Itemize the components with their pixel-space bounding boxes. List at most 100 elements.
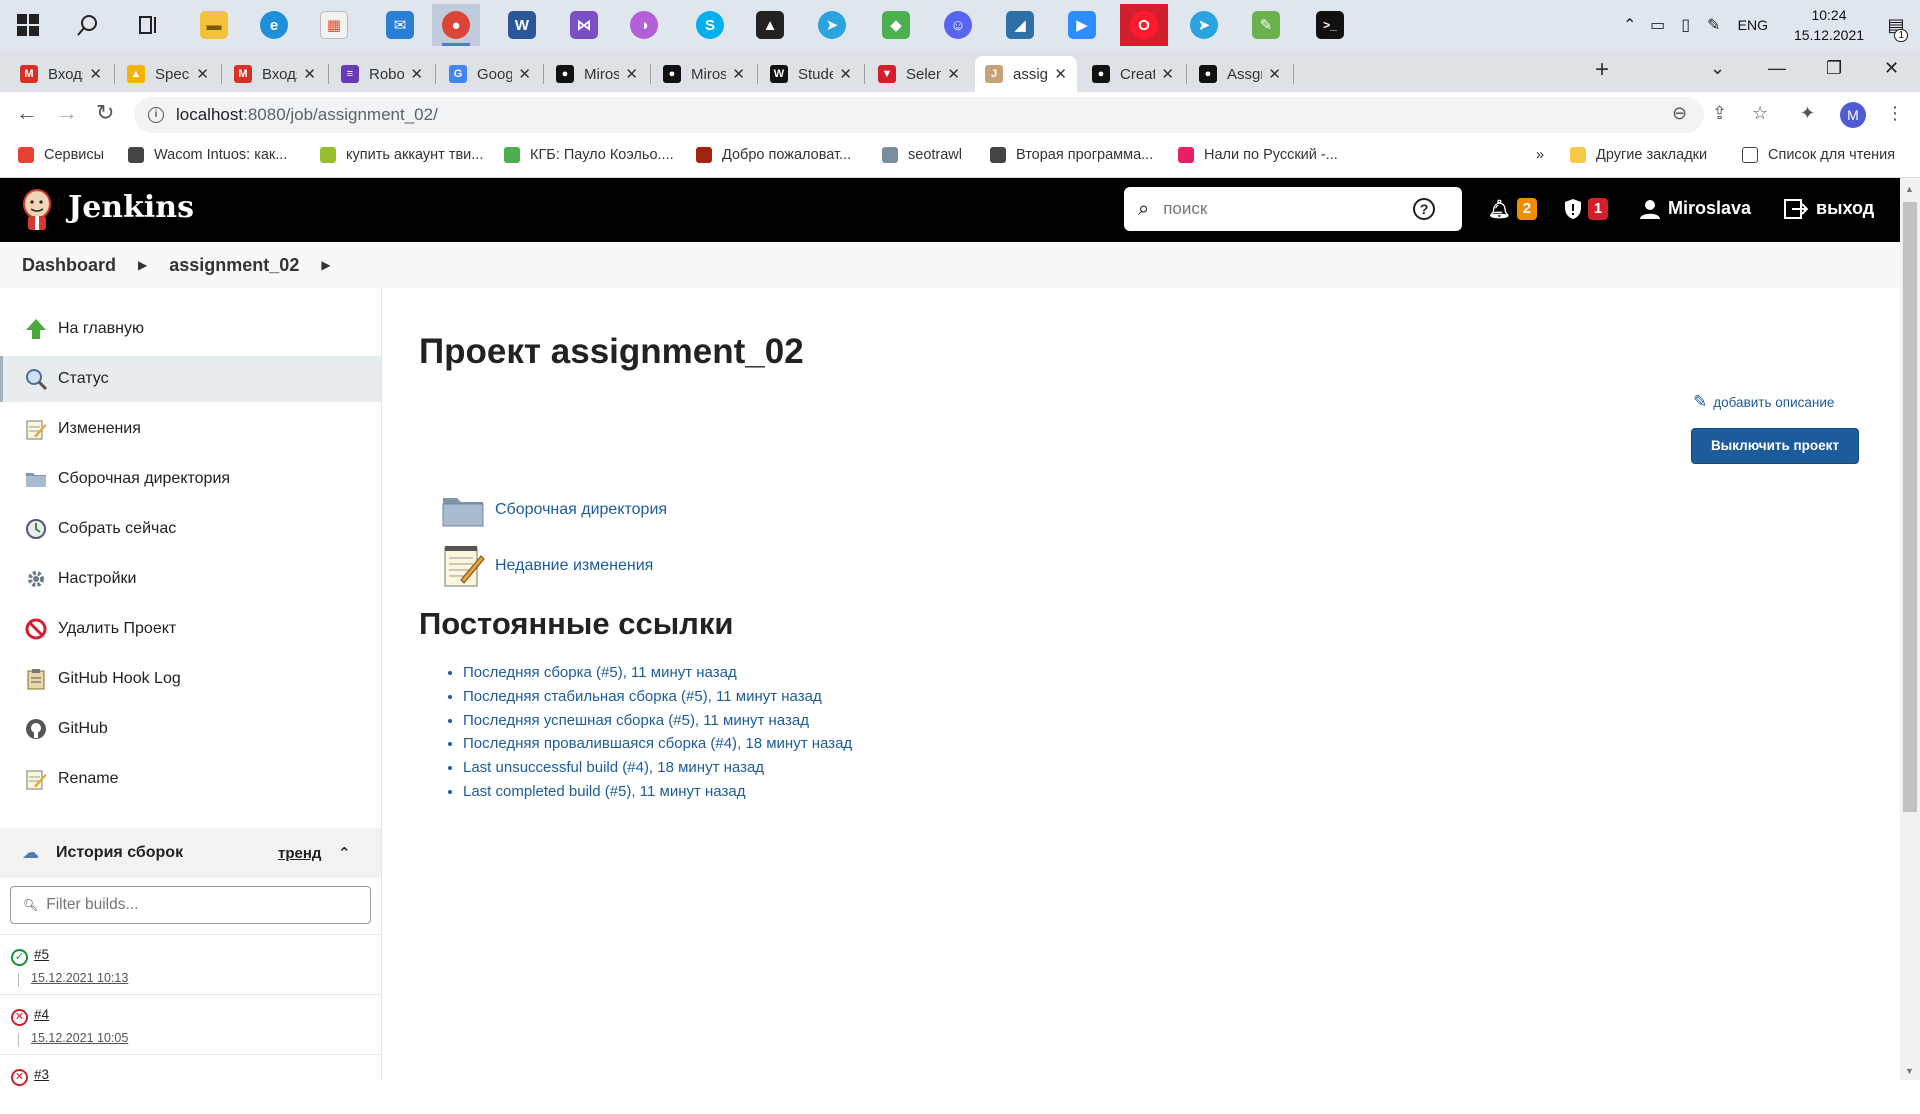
browser-tab[interactable]: G Google ✕ <box>439 56 541 92</box>
share-icon[interactable]: ⇪ <box>1712 103 1727 124</box>
security-button[interactable]: 1 <box>1564 198 1608 220</box>
photo-app-icon[interactable]: ◆ <box>872 4 920 46</box>
breadcrumb-job[interactable]: assignment_02 <box>169 255 299 276</box>
url-text[interactable]: localhost:8080/job/assignment_02/ <box>176 105 438 125</box>
camera-icon[interactable]: ▭ <box>1644 15 1672 35</box>
reading-list[interactable]: Список для чтения <box>1742 147 1895 163</box>
close-tab-icon[interactable]: ✕ <box>947 65 960 83</box>
restore-button[interactable]: ❐ <box>1826 58 1842 79</box>
close-tab-icon[interactable]: ✕ <box>89 65 102 83</box>
permalink-item[interactable]: Последняя сборка (#5), 11 минут назад <box>463 661 852 685</box>
close-window-button[interactable]: ✕ <box>1884 58 1899 79</box>
bookmark-item[interactable]: seotrawl <box>882 147 962 163</box>
scrollbar-thumb[interactable] <box>1903 202 1917 812</box>
file-explorer-icon[interactable]: ▬ <box>190 4 238 46</box>
logout-link[interactable]: выход <box>1784 198 1874 219</box>
permalink-item[interactable]: Last unsuccessful build (#4), 18 минут н… <box>463 756 852 780</box>
build-number-link[interactable]: #4 <box>34 1007 49 1022</box>
profile-avatar[interactable]: M <box>1840 102 1866 128</box>
bookmark-item[interactable]: Нали по Русский -... <box>1178 147 1338 163</box>
bookmark-star-icon[interactable]: ☆ <box>1752 103 1768 124</box>
bookmark-item[interactable]: КГБ: Пауло Коэльо.... <box>504 147 674 163</box>
telegram-icon[interactable]: ➤ <box>808 4 856 46</box>
side-task[interactable]: Изменения <box>0 406 381 452</box>
browser-tab[interactable]: Jassignm ✕ <box>975 56 1077 92</box>
pen-icon[interactable]: ✎ <box>1700 15 1728 35</box>
breadcrumb-dashboard[interactable]: Dashboard <box>22 255 116 276</box>
close-tab-icon[interactable]: ✕ <box>1161 65 1174 83</box>
permalink-item[interactable]: Последняя провалившаяся сборка (#4), 18 … <box>463 732 852 756</box>
terminal-icon[interactable]: >_ <box>1306 4 1354 46</box>
mail-icon[interactable]: ✉ <box>376 4 424 46</box>
close-tab-icon[interactable]: ✕ <box>732 65 745 83</box>
browser-tab[interactable]: ● Assgm ✕ <box>1189 56 1291 92</box>
close-tab-icon[interactable]: ✕ <box>196 65 209 83</box>
tab-search-icon[interactable]: ⌄ <box>1710 58 1725 79</box>
notification-center-icon[interactable]: ▤ 1 <box>1872 15 1920 42</box>
build-row[interactable]: ✓ #5 15.12.2021 10:13 <box>0 934 381 994</box>
skype-icon[interactable]: S <box>686 4 734 46</box>
browser-tab[interactable]: M Входящ ✕ <box>224 56 326 92</box>
site-info-icon[interactable]: i <box>148 107 164 123</box>
close-tab-icon[interactable]: ✕ <box>1054 65 1067 83</box>
edge-icon[interactable]: e <box>250 4 298 46</box>
side-task[interactable]: На главную <box>0 306 381 352</box>
minimize-button[interactable]: — <box>1768 58 1786 79</box>
bookmarks-overflow[interactable]: » <box>1536 147 1544 163</box>
close-tab-icon[interactable]: ✕ <box>410 65 423 83</box>
notifications-button[interactable]: 🔔︎ 2 <box>1488 198 1537 220</box>
side-task[interactable]: GitHub Hook Log <box>0 656 381 702</box>
inkscape-icon[interactable]: ▲ <box>746 4 794 46</box>
close-tab-icon[interactable]: ✕ <box>1268 65 1281 83</box>
close-tab-icon[interactable]: ✕ <box>303 65 316 83</box>
breadcrumb-chevron-icon[interactable]: ▶ <box>321 258 330 272</box>
scroll-up-icon[interactable]: ▲ <box>1905 184 1914 194</box>
notepad-icon[interactable]: ✎ <box>1242 4 1290 46</box>
store-icon[interactable]: ▦ <box>310 4 358 46</box>
user-menu[interactable]: Miroslava <box>1640 198 1751 219</box>
scroll-down-icon[interactable]: ▼ <box>1905 1066 1914 1076</box>
bookmark-item[interactable]: Добро пожаловат... <box>696 147 851 163</box>
close-tab-icon[interactable]: ✕ <box>625 65 638 83</box>
back-button[interactable]: ← <box>16 100 38 126</box>
workspace-link[interactable]: Сборочная директория <box>439 486 667 534</box>
close-tab-icon[interactable]: ✕ <box>839 65 852 83</box>
trend-link[interactable]: тренд <box>278 845 321 862</box>
zoom-icon[interactable]: ▶ <box>1058 4 1106 46</box>
app-icon[interactable]: ◑ <box>620 4 668 46</box>
other-bookmarks[interactable]: Другие закладки <box>1570 147 1707 163</box>
side-task[interactable]: GitHub <box>0 706 381 752</box>
side-task[interactable]: Собрать сейчас <box>0 506 381 552</box>
bookmark-item[interactable]: Wacom Intuos: как... <box>128 147 287 163</box>
build-row[interactable]: ✕ #4 15.12.2021 10:05 <box>0 994 381 1054</box>
bookmark-item[interactable]: Сервисы <box>18 147 104 163</box>
mysql-workbench-icon[interactable]: ◢ <box>996 4 1044 46</box>
word-icon[interactable]: W <box>498 4 546 46</box>
permalink-item[interactable]: Last completed build (#5), 11 минут наза… <box>463 780 852 804</box>
chrome-icon[interactable]: ● <box>432 4 480 46</box>
filter-builds-input[interactable] <box>46 896 347 914</box>
bookmark-item[interactable]: купить аккаунт тви... <box>320 147 483 163</box>
build-row[interactable]: ✕ #3 <box>0 1054 381 1114</box>
bookmark-item[interactable]: Вторая программа... <box>990 147 1153 163</box>
add-description-link[interactable]: ✎ добавить описание <box>1693 392 1834 412</box>
collapse-chevron-icon[interactable]: ⌃ <box>338 844 351 862</box>
side-task[interactable]: Настройки <box>0 556 381 602</box>
side-task[interactable]: Rename <box>0 756 381 802</box>
browser-tab[interactable]: M Входящ ✕ <box>10 56 112 92</box>
side-task[interactable]: Статус <box>0 356 381 402</box>
new-tab-button[interactable]: + <box>1595 56 1609 84</box>
extensions-icon[interactable]: ✦ <box>1800 103 1815 124</box>
breadcrumb-chevron-icon[interactable]: ▶ <box>138 258 147 272</box>
browser-tab[interactable]: ▲ Specific ✕ <box>117 56 219 92</box>
reload-button[interactable]: ↻ <box>96 100 114 126</box>
chevron-up-icon[interactable]: ⌃ <box>1616 15 1644 35</box>
side-task[interactable]: Удалить Проект <box>0 606 381 652</box>
side-task[interactable]: Сборочная директория <box>0 456 381 502</box>
clock[interactable]: 10:24 15.12.2021 <box>1786 5 1872 45</box>
browser-tab[interactable]: W Student ✕ <box>760 56 862 92</box>
discord-icon[interactable]: ☺ <box>934 4 982 46</box>
help-icon[interactable]: ? <box>1413 198 1436 220</box>
network-icon[interactable]: ▯ <box>1672 15 1700 35</box>
visual-studio-icon[interactable]: ⋈ <box>560 4 608 46</box>
